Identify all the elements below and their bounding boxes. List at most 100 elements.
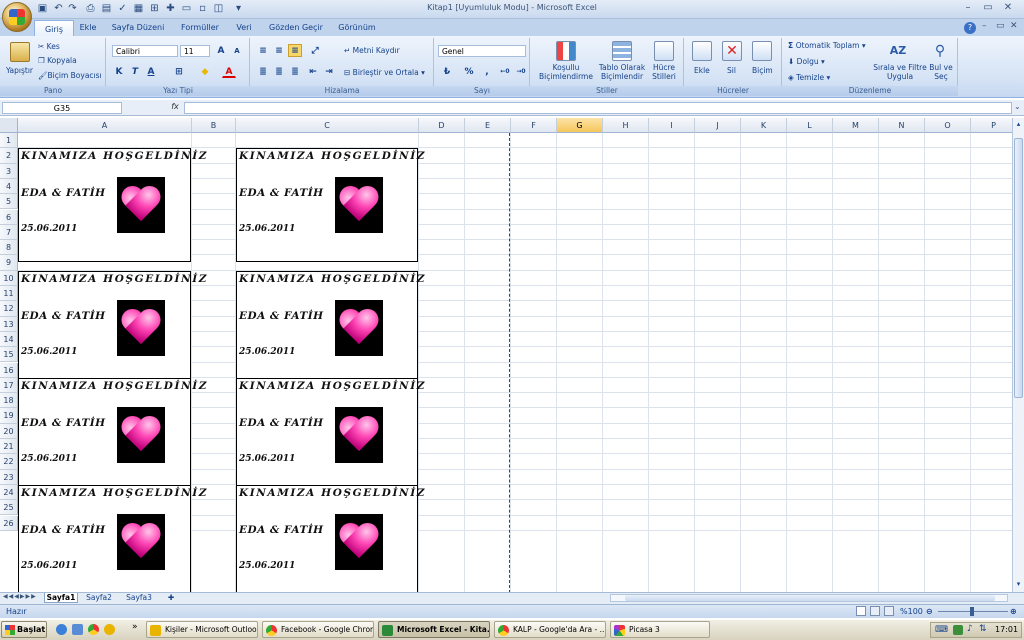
paste-button[interactable]: Yapıştır [6,65,33,76]
task-outlook[interactable]: Kişiler - Microsoft Outlook [146,621,258,638]
quicklaunch-more-icon[interactable]: » [132,622,138,632]
row-header-20[interactable]: 20 [0,423,18,439]
minimize-icon[interactable]: – [960,2,976,15]
task-excel[interactable]: Microsoft Excel - Kita... [378,621,490,638]
row-header-26[interactable]: 26 [0,515,18,531]
row-header-18[interactable]: 18 [0,393,18,409]
row-header-16[interactable]: 16 [0,362,18,378]
chrome-icon[interactable] [88,624,99,635]
column-header-b[interactable]: B [192,118,236,133]
delete-cells-button[interactable]: Sil [727,65,736,76]
ie-icon[interactable] [56,624,67,635]
row-header-19[interactable]: 19 [0,408,18,424]
decrease-indent-icon[interactable]: ⇤ [306,65,320,78]
invitation-card[interactable]: KINAMIZA HOŞGELDİNİZ EDA & FATİH 25.06.201… [18,148,206,262]
insert-function-icon[interactable]: fx [168,102,182,114]
column-header-k[interactable]: K [741,118,787,133]
start-button[interactable]: Başlat [1,621,47,638]
column-header-j[interactable]: J [695,118,741,133]
column-header-d[interactable]: D [419,118,465,133]
normal-view-icon[interactable] [856,606,866,616]
underline-button[interactable]: A [144,65,158,78]
font-color-button[interactable]: A [222,65,236,78]
cell-styles-icon[interactable] [654,41,674,61]
worksheet-grid[interactable]: ABCDEFGHIJKLMNOP 1 2 3 4 5 6 7 8 9 10 11 12 13 14 15 16… [0,118,1012,592]
format-painter-button[interactable]: 🖌Biçim Boyacısı [38,70,102,81]
network-icon[interactable]: ⇅ [979,624,987,634]
vertical-scroll-thumb[interactable] [1014,138,1023,398]
tab-gorunum[interactable]: Görünüm [334,19,380,36]
row-header-7[interactable]: 7 [0,224,18,241]
tab-sayfa-duzeni[interactable]: Sayfa Düzeni [108,19,168,36]
horizontal-scroll-thumb[interactable] [625,595,995,601]
tray-app-icon[interactable] [953,625,963,635]
bold-button[interactable]: K [112,65,126,78]
invitation-card[interactable]: KINAMIZA HOŞGELDİNİZ EDA & FATİH 25.06.201… [236,148,424,262]
autosum-button[interactable]: Σ Otomatik Toplam ▾ [788,40,866,51]
column-header-o[interactable]: O [925,118,971,133]
conditional-format-icon[interactable] [556,41,576,61]
quicklaunch-icon[interactable] [104,624,115,635]
fill-color-icon[interactable]: ◆ [198,65,212,78]
sheet-tab-2[interactable]: Sayfa2 [82,593,116,603]
font-name-select[interactable]: Calibri [112,45,178,57]
format-cells-button[interactable]: Biçim [752,65,773,76]
zoom-slider-thumb[interactable] [970,607,974,616]
column-header-m[interactable]: M [833,118,879,133]
row-header-1[interactable]: 1 [0,133,18,149]
row-header-14[interactable]: 14 [0,331,18,348]
find-select-button[interactable]: Bul ve Seç [926,63,956,81]
invitation-card[interactable]: KINAMIZA HOŞGELDİNİZ EDA & FATİH 25.06.201… [236,270,424,384]
row-header-15[interactable]: 15 [0,347,18,363]
vertical-scrollbar[interactable]: ▴ ▾ [1012,118,1024,592]
tab-formuller[interactable]: Formüller [176,19,224,36]
sheet-nav-icon[interactable]: ◀◀◀▶▶▶ [3,593,37,600]
desktop-icon[interactable] [72,624,83,635]
task-kalp-search[interactable]: KALP - Google'da Ara - ... [494,621,606,638]
zoom-level[interactable]: %100 [900,605,923,618]
row-header-2[interactable]: 2 [0,148,18,164]
clear-button[interactable]: ◈ Temizle ▾ [788,72,830,83]
format-table-icon[interactable] [612,41,632,61]
invitation-card[interactable]: KINAMIZA HOŞGELDİNİZ EDA & FATİH 25.06.201… [18,270,206,384]
invitation-card[interactable]: KINAMIZA HOŞGELDİNİZ EDA & FATİH 25.06.201… [18,377,206,492]
close-icon[interactable]: ✕ [1000,2,1016,15]
tab-giris[interactable]: Giriş [34,20,74,36]
ribbon-close-icon[interactable]: ✕ [1010,21,1018,31]
help-icon[interactable]: ? [964,22,976,34]
column-header-p[interactable]: P [971,118,1012,133]
row-header-25[interactable]: 25 [0,500,18,516]
task-chrome[interactable]: Facebook - Google Chrome [262,621,374,638]
tab-gozden-gecir[interactable]: Gözden Geçir [266,19,326,36]
row-header-5[interactable]: 5 [0,194,18,210]
page-layout-view-icon[interactable] [870,606,880,616]
tab-veri[interactable]: Veri [232,19,256,36]
row-header-8[interactable]: 8 [0,240,18,256]
row-header-13[interactable]: 13 [0,316,18,332]
cut-button[interactable]: ✂ Kes [38,41,60,52]
zoom-in-icon[interactable]: ⊕ [1010,605,1017,618]
row-header-21[interactable]: 21 [0,439,18,455]
font-size-select[interactable]: 11 [180,45,210,57]
number-format-select[interactable]: Genel [438,45,526,57]
delete-cells-icon[interactable]: ✕ [722,41,742,61]
insert-cells-button[interactable]: Ekle [694,65,710,76]
conditional-format-button[interactable]: Koşullu Biçimlendirme [536,63,596,81]
expand-formula-icon[interactable]: ⌄ [1014,102,1021,111]
italic-button[interactable]: T [128,65,142,78]
sort-filter-icon[interactable]: AZ [888,41,908,61]
page-break-view-icon[interactable] [884,606,894,616]
align-center-icon[interactable]: ≣ [272,65,286,78]
grow-font-icon[interactable]: A [214,44,228,57]
percent-button[interactable]: % [462,65,476,78]
column-header-n[interactable]: N [879,118,925,133]
scroll-up-icon[interactable]: ▴ [1014,120,1023,130]
invitation-card[interactable]: KINAMIZA HOŞGELDİNİZ EDA & FATİH 25.06.201… [18,484,206,592]
align-top-icon[interactable]: ≡ [256,44,270,57]
column-header-g[interactable]: G [557,118,603,133]
row-header-12[interactable]: 12 [0,301,18,317]
insert-cells-icon[interactable] [692,41,712,61]
wrap-text-button[interactable]: ↵ Metni Kaydır [344,45,400,56]
office-button[interactable] [2,2,32,32]
invitation-card[interactable]: KINAMIZA HOŞGELDİNİZ EDA & FATİH 25.06.201… [236,484,424,592]
